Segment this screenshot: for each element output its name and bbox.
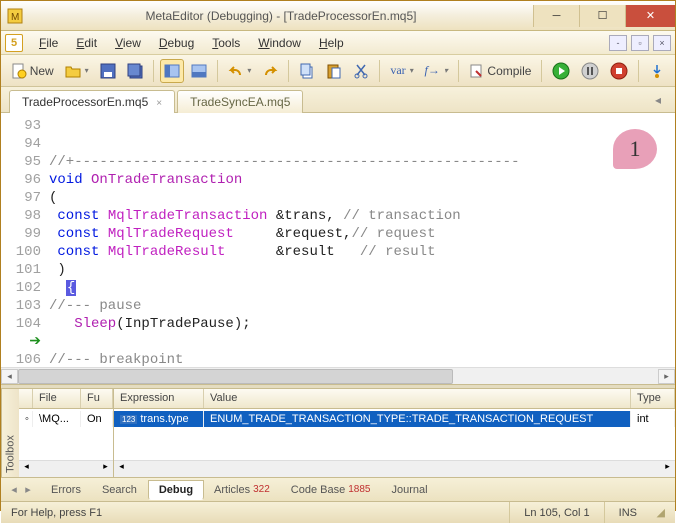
menu-window[interactable]: Window: [250, 34, 309, 52]
save-button[interactable]: [96, 59, 120, 83]
save-all-icon: [127, 63, 143, 79]
menu-help[interactable]: Help: [311, 34, 352, 52]
panel-bottom-icon: [191, 64, 207, 78]
annotation-marker: 1: [613, 129, 657, 169]
maximize-button[interactable]: ☐: [579, 5, 625, 27]
stack-row[interactable]: ◦ \MQ... On: [19, 409, 113, 429]
paste-button[interactable]: [322, 59, 346, 83]
status-insert-mode: INS: [604, 502, 651, 523]
undo-button[interactable]: ▾: [224, 59, 256, 83]
btab-scroll-right[interactable]: ▸: [21, 483, 35, 496]
menu-debug[interactable]: Debug: [151, 34, 202, 52]
tab-tradesync[interactable]: TradeSyncEA.mq5: [177, 90, 303, 113]
list-funcs-button[interactable]: f→▾: [421, 59, 452, 83]
toolbox-tabstrip: ◂▸ Errors Search Debug Articles322 Code …: [1, 477, 675, 501]
save-icon: [100, 63, 116, 79]
menu-file[interactable]: File: [31, 34, 66, 52]
scroll-left-button[interactable]: ◂: [1, 369, 18, 384]
status-help: For Help, press F1: [11, 507, 102, 519]
folder-open-icon: [65, 64, 81, 78]
menu-tools[interactable]: Tools: [204, 34, 248, 52]
open-button[interactable]: ▾: [61, 59, 93, 83]
col-value[interactable]: Value: [204, 389, 631, 408]
save-all-button[interactable]: [123, 59, 147, 83]
redo-button[interactable]: [258, 59, 282, 83]
status-position: Ln 105, Col 1: [509, 502, 603, 523]
btab-scroll-left[interactable]: ◂: [7, 483, 21, 496]
tab-close-icon[interactable]: ×: [156, 98, 162, 109]
scroll-right-button[interactable]: ▸: [658, 369, 675, 384]
var-icon: 123: [120, 415, 137, 424]
toggle-toolbox-button[interactable]: [187, 59, 211, 83]
app-icon: M: [1, 8, 29, 24]
minimize-button[interactable]: ─: [533, 5, 579, 27]
play-icon: [552, 62, 570, 80]
toggle-navigator-button[interactable]: [160, 59, 184, 83]
compile-icon: [469, 63, 485, 79]
menubar: 5 File Edit View Debug Tools Window Help…: [1, 31, 675, 55]
editor-icon: 5: [5, 34, 23, 52]
scroll-thumb[interactable]: [18, 369, 453, 384]
copy-icon: [299, 63, 315, 79]
statusbar: For Help, press F1 Ln 105, Col 1 INS ◢: [1, 501, 675, 523]
window-title: MetaEditor (Debugging) - [TradeProcessor…: [29, 9, 533, 23]
mdi-restore-button[interactable]: ▫: [631, 35, 649, 51]
tab-tradeprocessor[interactable]: TradeProcessorEn.mq5×: [9, 90, 175, 113]
line-gutter: 93949596979899100101102103104➔106: [1, 113, 47, 367]
tab-scroll-left-icon[interactable]: ◂: [649, 93, 667, 107]
debug-stop-button[interactable]: [606, 59, 632, 83]
watch-row[interactable]: 123trans.type ENUM_TRADE_TRANSACTION_TYP…: [114, 409, 675, 429]
col-expression[interactable]: Expression: [114, 389, 204, 408]
call-stack-panel: File Fu ◦ \MQ... On ◂▸: [19, 389, 114, 477]
cut-button[interactable]: [349, 59, 373, 83]
tab-errors[interactable]: Errors: [41, 481, 92, 499]
col-type[interactable]: Type: [631, 389, 675, 408]
cut-icon: [353, 63, 369, 79]
tab-search[interactable]: Search: [92, 481, 148, 499]
svg-text:M: M: [11, 12, 19, 23]
new-file-icon: [11, 63, 27, 79]
col-file[interactable]: File: [33, 389, 81, 408]
list-vars-button[interactable]: var▾: [386, 59, 417, 83]
redo-icon: [262, 64, 278, 78]
tab-debug[interactable]: Debug: [148, 480, 204, 500]
tab-journal[interactable]: Journal: [381, 481, 438, 499]
resize-grip[interactable]: ◢: [651, 506, 665, 519]
mdi-minimize-button[interactable]: -: [609, 35, 627, 51]
tab-articles[interactable]: Articles322: [204, 481, 281, 499]
menu-view[interactable]: View: [107, 34, 149, 52]
new-button[interactable]: New: [7, 59, 58, 83]
document-tabstrip: TradeProcessorEn.mq5× TradeSyncEA.mq5 ◂: [1, 87, 675, 113]
panel-left-icon: [164, 64, 180, 78]
copy-button[interactable]: [295, 59, 319, 83]
watch-panel: Expression Value Type 123trans.type ENUM…: [114, 389, 675, 477]
menu-edit[interactable]: Edit: [68, 34, 105, 52]
undo-icon: [228, 64, 244, 78]
code-area[interactable]: //+-------------------------------------…: [47, 113, 675, 367]
tab-codebase[interactable]: Code Base1885: [281, 481, 382, 499]
col-func[interactable]: Fu: [81, 389, 113, 408]
paste-icon: [326, 63, 342, 79]
toolbar: New ▾ ▾ var▾ f→▾ Compile: [1, 55, 675, 87]
debug-start-button[interactable]: [548, 59, 574, 83]
toolbox-label[interactable]: Toolbox: [1, 389, 19, 477]
titlebar: M MetaEditor (Debugging) - [TradeProcess…: [1, 1, 675, 31]
pause-icon: [581, 62, 599, 80]
stop-icon: [610, 62, 628, 80]
editor-hscrollbar[interactable]: ◂ ▸: [1, 367, 675, 384]
step-into-icon: [649, 63, 665, 79]
debug-pause-button[interactable]: [577, 59, 603, 83]
code-editor[interactable]: 93949596979899100101102103104➔106 //+---…: [1, 113, 675, 367]
compile-button[interactable]: Compile: [465, 59, 536, 83]
step-into-button[interactable]: [645, 59, 669, 83]
close-button[interactable]: ✕: [625, 5, 675, 27]
mdi-close-button[interactable]: ×: [653, 35, 671, 51]
